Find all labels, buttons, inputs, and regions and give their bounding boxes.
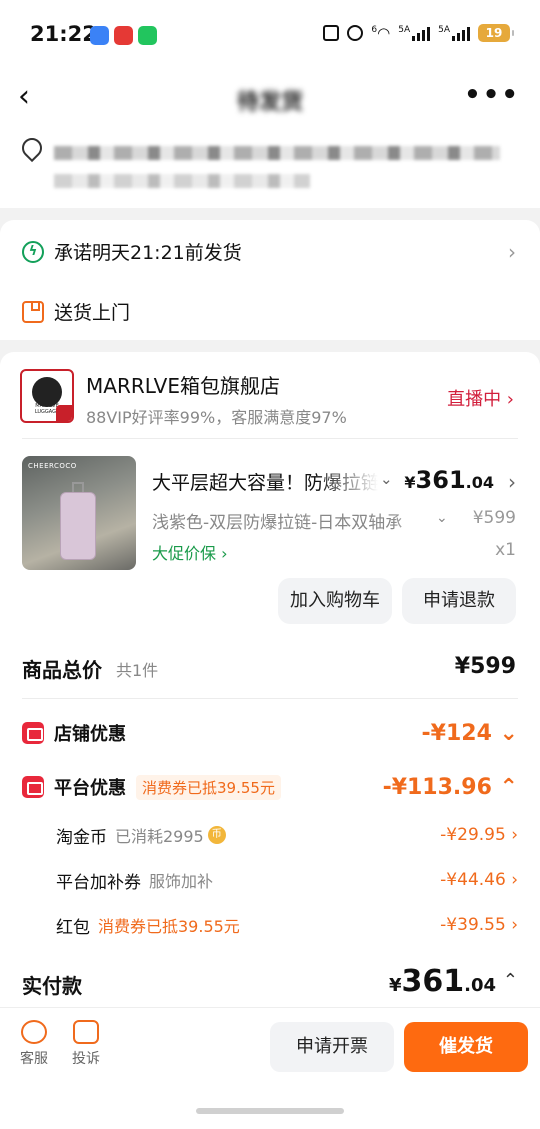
ship-promise-row[interactable]: ϟ 承诺明天21:21前发货 bbox=[22, 238, 242, 265]
delivery-section: ϟ 承诺明天21:21前发货 › 送货上门 bbox=[0, 220, 540, 340]
divider bbox=[22, 438, 518, 439]
discount-item-label: 红包 bbox=[56, 917, 90, 938]
chevron-right-icon[interactable]: › bbox=[508, 470, 516, 494]
address-line-redacted bbox=[54, 146, 500, 160]
total-label: 商品总价 bbox=[22, 658, 102, 682]
title-fade bbox=[318, 464, 378, 494]
wechat-icon bbox=[138, 26, 157, 45]
paid-amount: ¥361.04 bbox=[388, 964, 496, 999]
discount-item-amount: -¥39.55 › bbox=[440, 915, 518, 935]
add-to-cart-button[interactable]: 加入购物车 bbox=[278, 578, 392, 624]
shipping-address[interactable] bbox=[0, 128, 540, 208]
coupon-icon bbox=[22, 776, 44, 798]
delivery-method-row: 送货上门 bbox=[22, 298, 130, 325]
product-brand-mark: CHEERCOCO bbox=[28, 462, 77, 470]
invoice-button[interactable]: 申请开票 bbox=[270, 1022, 394, 1072]
original-price: ¥599 bbox=[472, 508, 516, 528]
store-icon bbox=[22, 722, 44, 744]
chevron-up-icon[interactable]: ⌃ bbox=[503, 970, 518, 991]
chevron-right-icon[interactable]: › bbox=[508, 240, 516, 264]
coupon-tag: 消费券已抵39.55元 bbox=[136, 774, 281, 800]
nfc-icon bbox=[323, 25, 340, 41]
platform-discount-label: 平台优惠 bbox=[54, 778, 126, 799]
section-gap bbox=[0, 340, 540, 352]
video-app-icon bbox=[114, 26, 133, 45]
live-link[interactable]: 直播中 › bbox=[447, 385, 514, 411]
signal-icon-1: 5A bbox=[398, 25, 431, 41]
more-icon[interactable]: ••• bbox=[464, 80, 520, 110]
customer-service-button[interactable]: 客服 bbox=[14, 1020, 54, 1068]
location-pin-icon bbox=[17, 133, 47, 163]
store-discount-amount: -¥124 ⌄ bbox=[421, 720, 518, 746]
delivery-method-text: 送货上门 bbox=[54, 302, 131, 324]
store-discount-label: 店铺优惠 bbox=[54, 724, 126, 745]
status-indicators: 6◠ 5A 5A 19 bbox=[323, 24, 514, 42]
shop-rating: 88VIP好评率99%，客服满意度97% bbox=[86, 408, 347, 427]
divider bbox=[22, 698, 518, 699]
recipient-line-redacted bbox=[54, 174, 310, 188]
order-card: MARRLVE LUGGAGE MARRLVE箱包旗舰店 88VIP好评率99%… bbox=[0, 352, 540, 1007]
section-gap bbox=[0, 208, 540, 220]
status-bar: 21:22 6◠ 5A 5A 19 bbox=[0, 0, 540, 70]
complain-label: 投诉 bbox=[72, 1051, 100, 1067]
refund-button[interactable]: 申请退款 bbox=[402, 578, 516, 624]
complain-button[interactable]: 投诉 bbox=[66, 1020, 106, 1068]
suitcase-illustration bbox=[60, 492, 96, 560]
price-protect-link[interactable]: 大促价保 › bbox=[152, 540, 228, 564]
chevron-down-icon[interactable]: ⌄ bbox=[436, 510, 448, 526]
chat-app-icon bbox=[90, 26, 109, 45]
nav-bar: ‹ 待发货 ••• bbox=[0, 70, 540, 128]
discount-item-note: 已消耗2995 bbox=[115, 827, 204, 846]
product-spec[interactable]: 浅紫色-双层防爆拉链-日本双轴承 bbox=[152, 508, 432, 533]
customer-service-label: 客服 bbox=[20, 1051, 48, 1067]
lightning-icon: ϟ bbox=[22, 240, 44, 263]
discount-item-coins[interactable]: 淘金币 已消耗2995 币 -¥29.95 › bbox=[56, 822, 518, 848]
urge-shipping-button[interactable]: 催发货 bbox=[404, 1022, 528, 1072]
shop-name[interactable]: MARRLVE箱包旗舰店 bbox=[86, 370, 280, 399]
coin-icon: 币 bbox=[207, 826, 226, 844]
discount-item-amount: -¥29.95 › bbox=[440, 825, 518, 845]
discount-item-platform-coupon[interactable]: 平台加补券 服饰加补 -¥44.46 › bbox=[56, 867, 518, 893]
wifi-icon: 6◠ bbox=[371, 24, 391, 42]
package-icon bbox=[22, 300, 44, 323]
discount-item-label: 淘金币 bbox=[56, 827, 107, 848]
platform-discount-amount: -¥113.96 ⌃ bbox=[382, 774, 518, 800]
store-discount-row[interactable]: 店铺优惠 -¥124 ⌄ bbox=[22, 718, 518, 748]
product-price: ¥361.04 bbox=[404, 466, 494, 494]
discount-item-red-packet[interactable]: 红包 消费券已抵39.55元 -¥39.55 › bbox=[56, 912, 518, 938]
chevron-down-icon[interactable]: ⌄ bbox=[380, 470, 393, 488]
discount-item-note: 服饰加补 bbox=[149, 872, 214, 891]
discount-item-label: 平台加补券 bbox=[56, 872, 141, 893]
paid-label: 实付款 bbox=[22, 974, 82, 998]
product-image[interactable]: CHEERCOCO bbox=[22, 456, 136, 570]
page-title: 待发货 bbox=[236, 90, 303, 115]
total-price: ¥599 bbox=[454, 654, 516, 679]
platform-discount-row[interactable]: 平台优惠 消费券已抵39.55元 -¥113.96 ⌃ bbox=[22, 772, 518, 802]
discount-item-note: 消费券已抵39.55元 bbox=[98, 917, 240, 936]
battery-icon: 19 bbox=[478, 24, 514, 42]
alarm-icon bbox=[347, 25, 364, 41]
live-badge-icon bbox=[56, 405, 72, 421]
signal-icon-2: 5A bbox=[438, 25, 470, 41]
discount-item-amount: -¥44.46 › bbox=[440, 870, 518, 890]
ship-promise-text: 承诺明天21:21前发货 bbox=[54, 242, 242, 264]
shop-logo[interactable]: MARRLVE LUGGAGE bbox=[20, 369, 74, 423]
smile-face-icon bbox=[21, 1020, 47, 1044]
spec-fade bbox=[392, 504, 432, 532]
home-indicator[interactable] bbox=[196, 1108, 344, 1114]
quantity: x1 bbox=[495, 540, 516, 560]
status-time: 21:22 bbox=[30, 22, 97, 46]
total-count: 共1件 bbox=[116, 661, 159, 680]
chat-bubble-icon bbox=[73, 1020, 99, 1044]
